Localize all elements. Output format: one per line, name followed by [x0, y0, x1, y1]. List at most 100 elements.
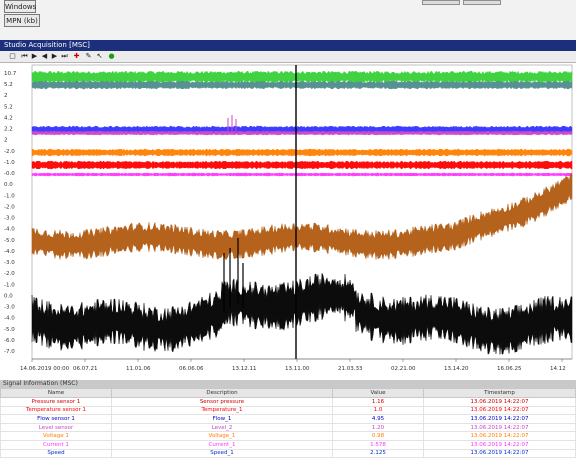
y-tick-label: 5.2: [4, 104, 13, 110]
cell-value: 0.98: [332, 431, 424, 441]
zoom-icon[interactable]: ✚: [72, 52, 81, 61]
top-right-button-2[interactable]: [463, 0, 501, 5]
cell-timestamp: 13.06.2019 14:22:07: [423, 448, 576, 458]
y-tick-label: 4.2: [4, 115, 13, 121]
y-tick-label: -7.0: [4, 349, 15, 355]
signal-chart[interactable]: 10.7 5.2 2 5.2 4.2 2.2 2 -2.0 -1.0 -0.0 0.0 -1.0 -2.…: [0, 63, 576, 380]
table-row[interactable]: Speed Speed_1 2.125 13.06.2019 14:22:07: [0, 448, 576, 458]
y-tick-label: -1.0: [4, 160, 15, 166]
next-icon[interactable]: ▶: [50, 52, 59, 61]
cell-value: 1.0: [332, 405, 424, 416]
y-tick-label: -3.0: [4, 216, 15, 222]
table-row[interactable]: Current 1 Current_1 1.578 13.06.2019 14:22:…: [0, 439, 576, 450]
y-tick-label: -4.0: [4, 316, 15, 322]
y-tick-label: -5.0: [4, 327, 15, 333]
mpn-button[interactable]: MPN (kb): [4, 14, 40, 27]
y-tick-label: 10.7: [4, 71, 17, 77]
new-icon[interactable]: ▢: [8, 52, 17, 61]
cell-name: Speed: [0, 448, 112, 458]
y-tick-label: -5.0: [4, 238, 15, 244]
y-tick-label: 0.0: [4, 182, 13, 188]
y-tick-label: -3.0: [4, 305, 15, 311]
cell-description: Level_2: [111, 422, 333, 433]
y-tick-label: 2: [4, 93, 8, 99]
cell-value: 1.578: [332, 439, 424, 450]
table-row[interactable]: Level sensor Level_2 1.20 13.06.2019 14:22:…: [0, 422, 576, 433]
x-tick-label: 11.01.06: [126, 366, 151, 372]
panel-title: Signal Information (MSC): [0, 380, 576, 388]
y-tick-label: -1.0: [4, 193, 15, 199]
play-icon[interactable]: ▶: [30, 52, 39, 61]
window-titlebar: Studio Acquisition [MSC]: [0, 40, 576, 51]
x-tick-label: 02.21.00: [391, 366, 416, 372]
series-6: [31, 172, 573, 177]
col-description[interactable]: Description: [111, 388, 333, 398]
cell-name: Voltage 1: [0, 431, 112, 441]
settings-icon[interactable]: ✎: [84, 52, 93, 61]
cell-description: Temperature_1: [111, 405, 333, 416]
window-title: Studio Acquisition [MSC]: [4, 41, 90, 49]
x-tick-label: 14.06.2019 00:00: [20, 366, 70, 372]
x-tick-label: 21.03.33: [338, 366, 363, 372]
last-icon[interactable]: ⏭: [60, 52, 69, 61]
y-tick-label: -2.0: [4, 271, 15, 277]
cell-description: Speed_1: [111, 448, 333, 458]
series-0: [31, 70, 573, 84]
y-tick-label: 5.2: [4, 82, 13, 88]
y-tick-label: -2.0: [4, 204, 15, 210]
cell-timestamp: 13.06.2019 14:22:07: [423, 422, 576, 433]
cell-value: 4.95: [332, 414, 424, 424]
cell-value: 1.16: [332, 397, 424, 407]
cell-description: Voltage_1: [111, 431, 333, 441]
table-row[interactable]: Flow sensor 1 Flow_1 4.95 13.06.2019 14:22:…: [0, 414, 576, 424]
y-tick-label: 2: [4, 138, 8, 144]
col-name[interactable]: Name: [0, 388, 112, 398]
windows-button[interactable]: Windows: [4, 0, 36, 13]
y-tick-label: -4.0: [4, 227, 15, 233]
x-tick-label: 16.06.25: [497, 366, 522, 372]
col-timestamp[interactable]: Timestamp: [423, 388, 576, 398]
col-value[interactable]: Value: [332, 388, 424, 398]
cell-name: Level sensor: [0, 422, 112, 433]
cell-value: 1.20: [332, 422, 424, 433]
prev-icon[interactable]: ◀: [40, 52, 49, 61]
cell-name: Temperature sensor 1: [0, 405, 112, 416]
status-icon[interactable]: ●: [107, 52, 116, 61]
cell-timestamp: 13.06.2019 14:22:07: [423, 439, 576, 450]
cell-description: Flow_1: [111, 414, 333, 424]
x-tick-label: 13.11.00: [285, 366, 310, 372]
x-tick-label: 13.12.11: [232, 366, 257, 372]
plot-area[interactable]: 10.7 5.2 2 5.2 4.2 2.2 2 -2.0 -1.0 -0.0 0.0 -1.0 -2.…: [0, 63, 576, 380]
x-tick-label: 13.14.20: [444, 366, 469, 372]
cell-timestamp: 13.06.2019 14:22:07: [423, 431, 576, 441]
cell-timestamp: 13.06.2019 14:22:07: [423, 414, 576, 424]
y-tick-label: -3.0: [4, 260, 15, 266]
y-tick-label: -1.0: [4, 282, 15, 288]
top-right-button-1[interactable]: [422, 0, 460, 5]
cell-timestamp: 13.06.2019 14:22:07: [423, 397, 576, 407]
y-tick-label: -6.0: [4, 338, 15, 344]
toolbar: ▢ ⏮ ▶ ◀ ▶ ⏭ ✚ ✎ ↖ ●: [0, 51, 576, 63]
pointer-icon[interactable]: ↖: [95, 52, 104, 61]
y-tick-label: -0.0: [4, 171, 15, 177]
x-tick-label: 06.06.06: [179, 366, 204, 372]
cell-name: Pressure sensor 1: [0, 397, 112, 407]
y-tick-label: -2.0: [4, 149, 15, 155]
cell-description: Current_1: [111, 439, 333, 450]
cell-value: 2.125: [332, 448, 424, 458]
table-row[interactable]: Voltage 1 Voltage_1 0.98 13.06.2019 14:22:0…: [0, 431, 576, 441]
signal-table: Name Description Value Timestamp Pressur…: [0, 388, 576, 458]
x-tick-label: 14.12: [550, 366, 566, 372]
signal-info-panel: Signal Information (MSC) Name Descriptio…: [0, 380, 576, 458]
y-tick-label: 0.0: [4, 293, 13, 299]
first-icon[interactable]: ⏮: [20, 52, 29, 61]
series-1: [31, 80, 573, 90]
cell-timestamp: 13.06.2019 14:22:07: [423, 405, 576, 416]
y-tick-label: -4.0: [4, 249, 15, 255]
table-row[interactable]: Temperature sensor 1 Temperature_1 1.0 13.0…: [0, 405, 576, 416]
cell-description: Sensor pressure: [111, 397, 333, 407]
table-row[interactable]: Pressure sensor 1 Sensor pressure 1.16 13.0…: [0, 397, 576, 407]
cell-name: Flow sensor 1: [0, 414, 112, 424]
x-tick-label: 06.07.21: [73, 366, 98, 372]
y-tick-label: 2.2: [4, 127, 13, 133]
